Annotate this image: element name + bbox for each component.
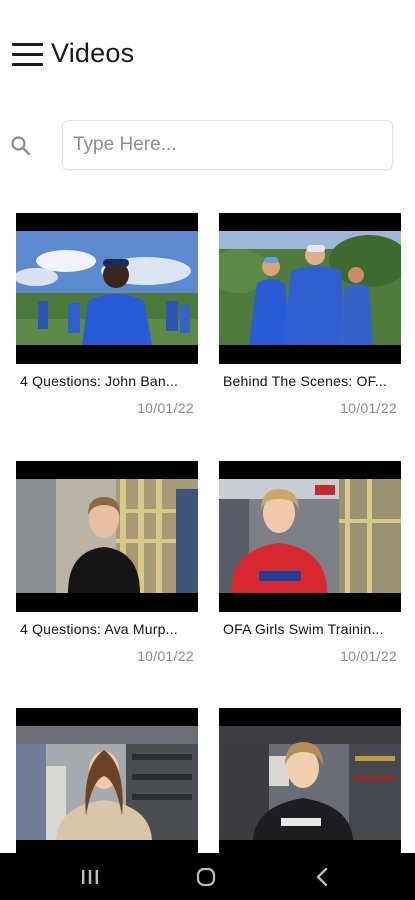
app-screen: Videos Type Here... 4 Questions: John Ba…	[0, 0, 415, 900]
video-thumbnail[interactable]	[16, 213, 198, 364]
video-date: 10/01/22	[340, 400, 397, 416]
video-card[interactable]: Behind The Scenes: OF... 10/01/22	[219, 213, 401, 423]
video-card[interactable]: OFA Girls Swim Trainin... 10/01/22	[219, 461, 401, 671]
video-date: 10/01/22	[340, 648, 397, 664]
system-navigation-bar	[0, 853, 415, 900]
video-title[interactable]: Behind The Scenes: OF...	[223, 373, 399, 389]
video-thumbnail[interactable]	[16, 461, 198, 612]
video-card[interactable]: 4 Questions: John Ban... 10/01/22	[16, 213, 198, 423]
video-card[interactable]: 4 Questions: Ava Murp... 10/01/22	[16, 461, 198, 671]
recent-apps-icon[interactable]	[70, 861, 110, 893]
video-title[interactable]: OFA Girls Swim Trainin...	[223, 621, 399, 637]
video-date: 10/01/22	[137, 400, 194, 416]
video-thumbnail[interactable]	[219, 461, 401, 612]
back-icon[interactable]	[302, 861, 342, 893]
video-thumbnail[interactable]	[219, 213, 401, 364]
video-grid: 4 Questions: John Ban... 10/01/22 Behind…	[0, 0, 415, 900]
video-title[interactable]: 4 Questions: John Ban...	[20, 373, 196, 389]
video-thumbnail[interactable]	[16, 708, 198, 859]
video-thumbnail[interactable]	[219, 708, 401, 859]
video-title[interactable]: 4 Questions: Ava Murp...	[20, 621, 196, 637]
video-date: 10/01/22	[137, 648, 194, 664]
home-icon[interactable]	[186, 861, 226, 893]
